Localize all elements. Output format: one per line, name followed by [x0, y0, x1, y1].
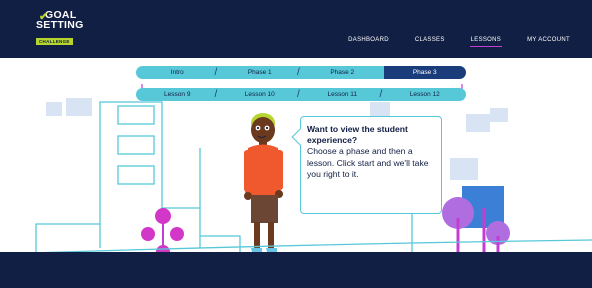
separator: / [214, 67, 218, 78]
nav-classes[interactable]: CLASSES [415, 37, 445, 43]
wall-outline [35, 223, 100, 252]
building-window [117, 135, 155, 155]
separator: / [379, 89, 383, 100]
tab-label: Intro [170, 69, 184, 76]
lesson-scene: Intro / Phase 1 / Phase 2 Phase 3 Lesson 9… [0, 58, 592, 288]
tab-label: Phase 2 [330, 69, 355, 76]
tab-label: Lesson 11 [327, 91, 357, 98]
tab-phase-1[interactable]: / Phase 1 [215, 66, 301, 79]
lesson-selector: Lesson 9 / Lesson 10 / Lesson 11 / Lesson 1… [136, 88, 466, 101]
nav-dashboard[interactable]: DASHBOARD [348, 37, 389, 43]
student-character [244, 113, 283, 256]
tab-lesson-9[interactable]: Lesson 9 [136, 88, 219, 101]
speech-bubble: Want to view the student experience? Cho… [291, 116, 442, 214]
tab-lesson-11[interactable]: / Lesson 11 [297, 88, 384, 101]
tab-label: Phase 3 [412, 69, 437, 76]
tab-lesson-12[interactable]: / Lesson 12 [380, 88, 466, 101]
separator: / [297, 67, 300, 78]
wall-outline [200, 235, 241, 252]
tab-phase-3[interactable]: Phase 3 [383, 66, 466, 79]
main-nav: DASHBOARD CLASSES LESSONS MY ACCOUNT [322, 37, 570, 47]
ground [0, 252, 592, 288]
bubble-title: Want to view the student experience? [307, 124, 408, 145]
tab-label: Lesson 10 [244, 91, 275, 98]
logo-tag: CHALLENGE [36, 38, 73, 45]
pink-flower [170, 227, 184, 241]
building-window [117, 165, 155, 185]
bubble-body: Choose a phase and then a lesson. Click … [307, 146, 429, 179]
bg-block [466, 114, 490, 132]
tab-intro[interactable]: Intro [136, 66, 219, 79]
separator: / [297, 89, 300, 100]
goal-setting-logo[interactable]: ✔ GOAL SETTING CHALLENGE [36, 10, 106, 50]
tab-label: Lesson 12 [409, 91, 440, 98]
separator: / [214, 89, 218, 100]
tab-label: Phase 1 [247, 69, 272, 76]
bg-block [490, 108, 508, 122]
nav-my-account[interactable]: MY ACCOUNT [527, 37, 570, 43]
top-header: ✔ GOAL SETTING CHALLENGE DASHBOARD CLASS… [0, 0, 592, 58]
building-window [117, 105, 155, 125]
bg-block [46, 102, 62, 116]
pink-flower [141, 227, 155, 241]
tab-lesson-10[interactable]: / Lesson 10 [215, 88, 301, 101]
bg-block [450, 158, 478, 180]
check-icon: ✔ [39, 11, 49, 23]
pink-flower [155, 208, 171, 224]
tab-label: Lesson 9 [164, 91, 191, 98]
bg-block [66, 98, 92, 116]
nav-lessons[interactable]: LESSONS [469, 37, 503, 47]
tab-phase-2[interactable]: / Phase 2 [297, 66, 384, 79]
phase-selector: Intro / Phase 1 / Phase 2 Phase 3 [136, 66, 466, 79]
